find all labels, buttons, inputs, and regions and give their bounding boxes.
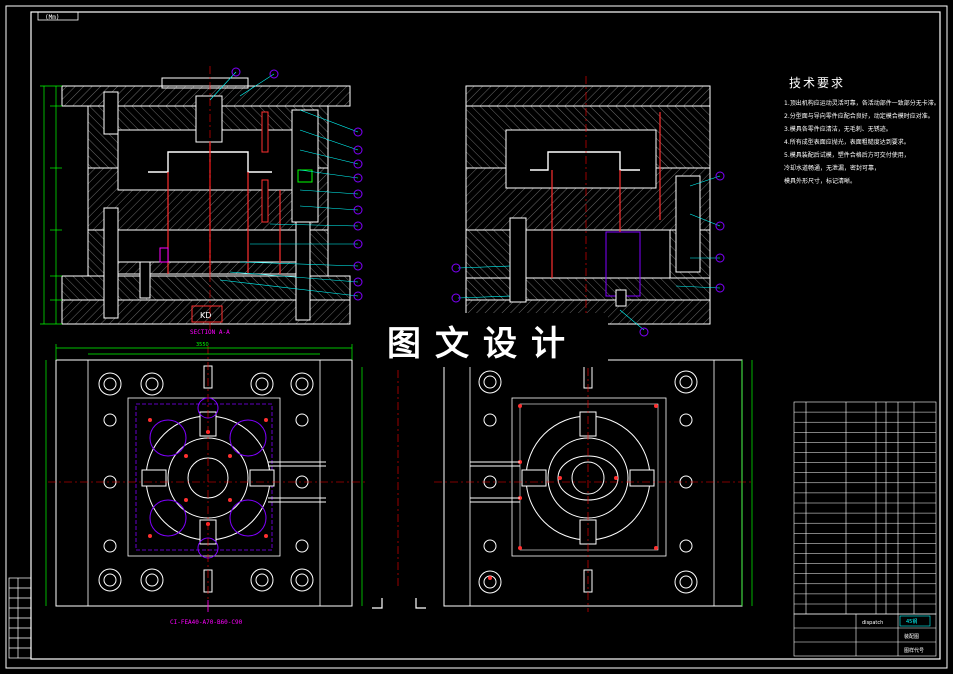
bill-of-materials <box>793 401 937 615</box>
revision-strip <box>8 577 32 659</box>
section-arrow-marks <box>372 598 426 609</box>
tech-note: 模具外形尺寸，标记清晰。 <box>784 178 857 185</box>
title-assembly-cell: 装配图 <box>904 633 919 640</box>
tech-note: 2.分型面与导向零件应配合良好，动定模合模时应对准。 <box>784 113 934 120</box>
tech-note: 4.所有成型表面应抛光，表面粗糙度达到要求。 <box>784 139 910 146</box>
kd-label: KD <box>200 311 211 320</box>
tech-note: 1.顶出机构应运动灵活可靠，各活动部件一致部分无卡滞。 <box>784 100 940 107</box>
section-view-a-a: KD SECTION A-A <box>40 66 363 336</box>
plan-view-fixed-half: 3550 CI-FEA40-A70-B60-C90 <box>45 342 368 626</box>
title-material-cell: 45钢 <box>906 618 917 625</box>
title-drawing-no-cell: 图样代号 <box>904 647 924 654</box>
corner-tag: (Mm) <box>45 14 59 21</box>
tech-note: 5.模具装配后试模，塑件合格后方可交付使用， <box>784 152 910 159</box>
section-view-b-b <box>451 76 725 337</box>
tech-requirements-title: 技术要求 <box>789 76 846 90</box>
bom-rows <box>794 411 936 605</box>
tech-note: 冷却水道畅通，无泄漏，密封可靠， <box>784 165 881 172</box>
dim-top-width: 3550 <box>196 342 209 348</box>
section-label: SECTION A-A <box>190 329 230 336</box>
watermark-banner: 图文设计 <box>358 313 608 367</box>
tech-requirements-notes: 1.顶出机构应运动灵活可靠，各活动部件一致部分无卡滞。 2.分型面与导向零件应配… <box>784 97 944 188</box>
title-name-cell: dispatch <box>862 620 883 626</box>
tech-note: 3.模具各零件应清洁，无毛刺、无锈迹。 <box>784 126 892 133</box>
plan-view-moving-half <box>434 352 753 612</box>
part-designation: CI-FEA40-A70-B60-C90 <box>170 619 243 626</box>
